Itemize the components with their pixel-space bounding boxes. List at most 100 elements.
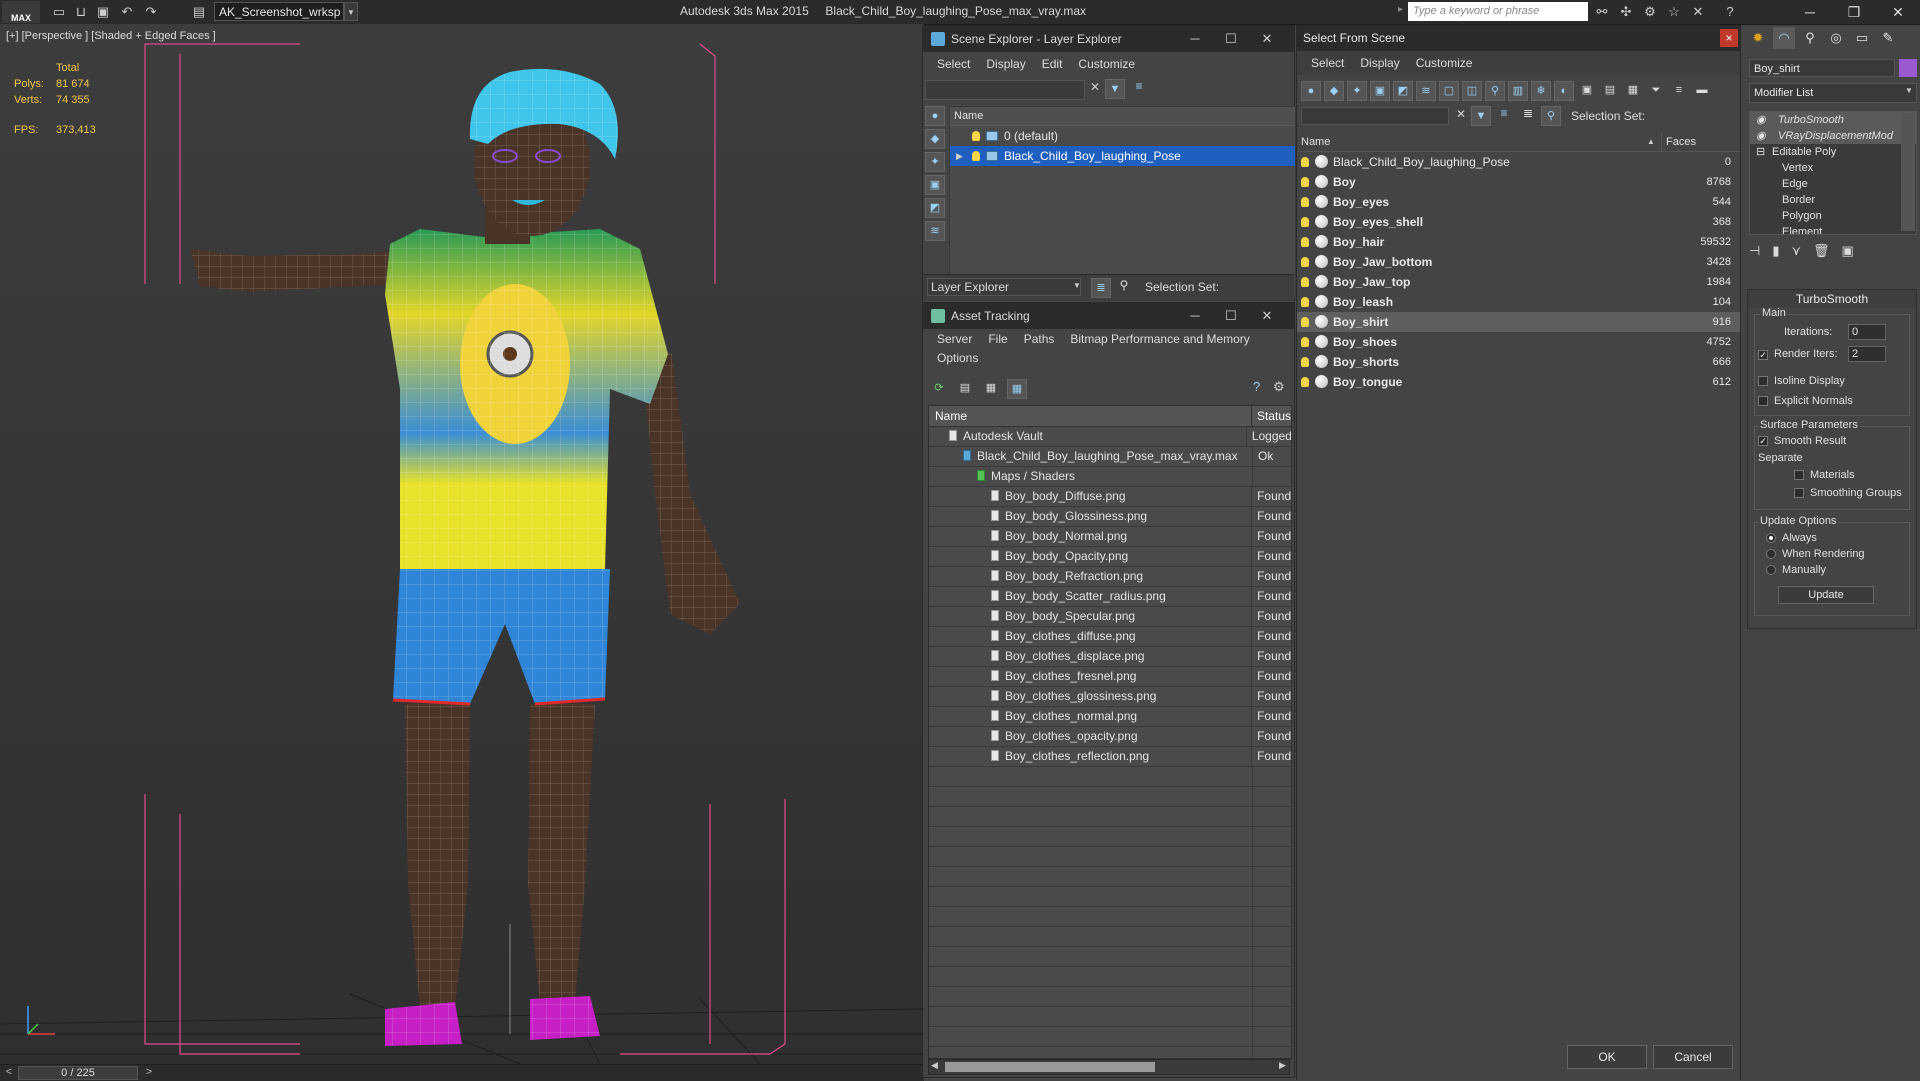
clear-search-icon[interactable]: ✕ bbox=[1087, 80, 1103, 98]
menu-paths[interactable]: Paths bbox=[1016, 332, 1063, 346]
menu-options[interactable]: Options bbox=[929, 351, 986, 365]
close-icon[interactable]: ✕ bbox=[1876, 0, 1920, 24]
create-tab-icon[interactable]: ✹ bbox=[1747, 27, 1769, 49]
asset-row[interactable]: Boy_clothes_reflection.png Found bbox=[929, 747, 1291, 767]
time-next-button[interactable]: > bbox=[142, 1066, 156, 1080]
object-row[interactable]: Boy_Jaw_bottom 3428 bbox=[1297, 252, 1740, 272]
expand-toggle-icon[interactable]: ⊟ bbox=[1756, 144, 1765, 160]
hierarchy-icon[interactable]: ⚲ bbox=[1115, 278, 1133, 298]
menu-display[interactable]: Display bbox=[978, 57, 1033, 71]
close-icon[interactable]: × bbox=[1720, 29, 1738, 47]
asset-row[interactable]: Boy_body_Scatter_radius.png Found bbox=[929, 587, 1291, 607]
isoline-display-checkbox[interactable] bbox=[1758, 376, 1768, 386]
stack-scrollbar[interactable] bbox=[1901, 113, 1915, 231]
menu-customize[interactable]: Customize bbox=[1070, 57, 1143, 71]
time-prev-button[interactable]: < bbox=[2, 1066, 16, 1080]
asset-row[interactable]: Boy_body_Specular.png Found bbox=[929, 607, 1291, 627]
smoothing-groups-checkbox[interactable] bbox=[1794, 488, 1804, 498]
column-name[interactable]: Name bbox=[929, 406, 1252, 426]
asset-row[interactable]: Black_Child_Boy_laughing_Pose_max_vray.m… bbox=[929, 447, 1291, 467]
modifier-list-dropdown[interactable]: Modifier List bbox=[1749, 83, 1917, 103]
hierarchy-icon[interactable]: ⚲ bbox=[1541, 106, 1561, 126]
render-iters-spinner[interactable]: 2 bbox=[1848, 346, 1886, 362]
binoculars-icon[interactable]: ⚯ bbox=[1592, 3, 1612, 21]
menu-display[interactable]: Display bbox=[1352, 56, 1407, 70]
modify-tab-icon[interactable]: ◠ bbox=[1773, 27, 1795, 49]
chevron-down-icon[interactable]: ▼ bbox=[1905, 86, 1913, 95]
xrefs-filter-icon[interactable]: ◫ bbox=[1462, 81, 1482, 101]
filter-funnel-icon[interactable]: ⏷ bbox=[1646, 81, 1666, 101]
show-end-result-icon[interactable]: ▮ bbox=[1772, 243, 1779, 259]
menu-file[interactable]: File bbox=[980, 332, 1015, 346]
modifier-stack-item[interactable]: Polygon bbox=[1750, 208, 1916, 224]
frozen-filter-icon[interactable]: ❄ bbox=[1531, 81, 1551, 101]
object-row[interactable]: Boy_leash 104 bbox=[1297, 292, 1740, 312]
layer-row-black-child-boy[interactable]: ▶ Black_Child_Boy_laughing_Pose bbox=[950, 146, 1295, 166]
asset-row[interactable]: Boy_body_Refraction.png Found bbox=[929, 567, 1291, 587]
clear-search-icon[interactable]: ✕ bbox=[1453, 107, 1469, 121]
open-folder-icon[interactable]: ⊔ bbox=[72, 3, 90, 21]
filter-icon[interactable]: ▼ bbox=[1471, 106, 1491, 126]
restore-icon[interactable]: ❐ bbox=[1832, 0, 1876, 24]
search-input[interactable]: Type a keyword or phrase bbox=[1408, 2, 1588, 21]
modifier-stack-item[interactable]: Element bbox=[1750, 224, 1916, 234]
asset-row[interactable]: Boy_body_Normal.png Found bbox=[929, 527, 1291, 547]
select-from-scene-titlebar[interactable]: Select From Scene bbox=[1297, 25, 1740, 51]
object-row[interactable]: Boy_shirt 916 bbox=[1297, 312, 1740, 332]
asset-row[interactable]: Boy_clothes_glossiness.png Found bbox=[929, 687, 1291, 707]
maximize-icon[interactable]: ☐ bbox=[1213, 26, 1249, 52]
layer-tree-header[interactable]: Name bbox=[950, 107, 1295, 126]
object-row[interactable]: Boy_shorts 666 bbox=[1297, 352, 1740, 372]
menu-customize[interactable]: Customize bbox=[1408, 56, 1481, 70]
cameras-filter-icon[interactable]: ▣ bbox=[1370, 81, 1390, 101]
iterations-spinner[interactable]: 0 bbox=[1848, 324, 1886, 340]
menu-bitmap-performance[interactable]: Bitmap Performance and Memory bbox=[1062, 332, 1257, 346]
project-folder-icon[interactable]: ▤ bbox=[190, 3, 208, 21]
visibility-bulb-icon[interactable] bbox=[972, 131, 980, 141]
asset-row[interactable]: Boy_clothes_fresnel.png Found bbox=[929, 667, 1291, 687]
filter-icon[interactable]: ▼ bbox=[1105, 79, 1125, 99]
object-row[interactable]: Boy 8768 bbox=[1297, 172, 1740, 192]
redo-icon[interactable]: ↷ bbox=[142, 3, 160, 21]
save-icon[interactable]: ▣ bbox=[94, 3, 112, 21]
pin-stack-icon[interactable]: ⊣ bbox=[1749, 243, 1760, 259]
maximize-icon[interactable]: ☐ bbox=[1213, 303, 1249, 329]
time-slider[interactable]: 0 / 225 bbox=[18, 1066, 138, 1080]
object-row[interactable]: Boy_Jaw_top 1984 bbox=[1297, 272, 1740, 292]
refresh-icon[interactable]: ⟳ bbox=[929, 379, 949, 399]
layer-view-icon[interactable]: ≣ bbox=[1519, 106, 1537, 120]
asset-row[interactable]: Boy_clothes_normal.png Found bbox=[929, 707, 1291, 727]
display-all-icon[interactable]: ▣ bbox=[1577, 81, 1597, 101]
modifier-stack-item[interactable]: Vertex bbox=[1750, 160, 1916, 176]
chevron-down-icon[interactable]: ▼ bbox=[1073, 281, 1081, 290]
when-rendering-radio[interactable] bbox=[1766, 549, 1776, 559]
exchange-icon[interactable]: ✕ bbox=[1688, 3, 1708, 21]
viewport-label[interactable]: [+] [Perspective ] [Shaded + Edged Faces… bbox=[6, 30, 216, 42]
asset-row[interactable]: Boy_body_Glossiness.png Found bbox=[929, 507, 1291, 527]
settings-icon[interactable]: ⚙ bbox=[1273, 379, 1285, 395]
tools-icon[interactable]: ✣ bbox=[1616, 3, 1636, 21]
new-file-icon[interactable]: ▭ bbox=[50, 3, 68, 21]
display-helpers-icon[interactable]: ◩ bbox=[925, 198, 945, 218]
modifier-stack-item[interactable]: ◉ VRayDisplacementMod bbox=[1750, 128, 1916, 144]
explorer-type-dropdown[interactable]: Layer Explorer bbox=[927, 278, 1081, 296]
display-none-icon[interactable]: ▤ bbox=[1600, 81, 1620, 101]
scroll-left-icon[interactable]: ◀ bbox=[931, 1060, 938, 1071]
workspace-dropdown-icon[interactable]: ▼ bbox=[344, 2, 358, 21]
hidden-filter-icon[interactable]: ◐ bbox=[1554, 81, 1574, 101]
modifier-toggle-icon[interactable]: ◉ bbox=[1756, 112, 1766, 128]
display-spacewarps-icon[interactable]: ≋ bbox=[925, 221, 945, 241]
asset-row[interactable]: Boy_clothes_diffuse.png Found bbox=[929, 627, 1291, 647]
display-lights-icon[interactable]: ✦ bbox=[925, 152, 945, 172]
menu-edit[interactable]: Edit bbox=[1034, 57, 1071, 71]
object-row[interactable]: Boy_hair 59532 bbox=[1297, 232, 1740, 252]
modifier-stack-item[interactable]: ⊟ Editable Poly bbox=[1750, 144, 1916, 160]
groups-filter-icon[interactable]: ▢ bbox=[1439, 81, 1459, 101]
help-icon[interactable]: ? bbox=[1720, 3, 1740, 21]
collapse-icon[interactable]: ▬ bbox=[1692, 81, 1712, 101]
render-iters-checkbox[interactable]: ✓ bbox=[1758, 350, 1768, 360]
geometry-filter-icon[interactable]: ● bbox=[1301, 81, 1321, 101]
help-icon[interactable]: ? bbox=[1253, 379, 1260, 394]
asset-row[interactable]: Boy_clothes_displace.png Found bbox=[929, 647, 1291, 667]
minimize-icon[interactable]: ─ bbox=[1177, 26, 1213, 52]
